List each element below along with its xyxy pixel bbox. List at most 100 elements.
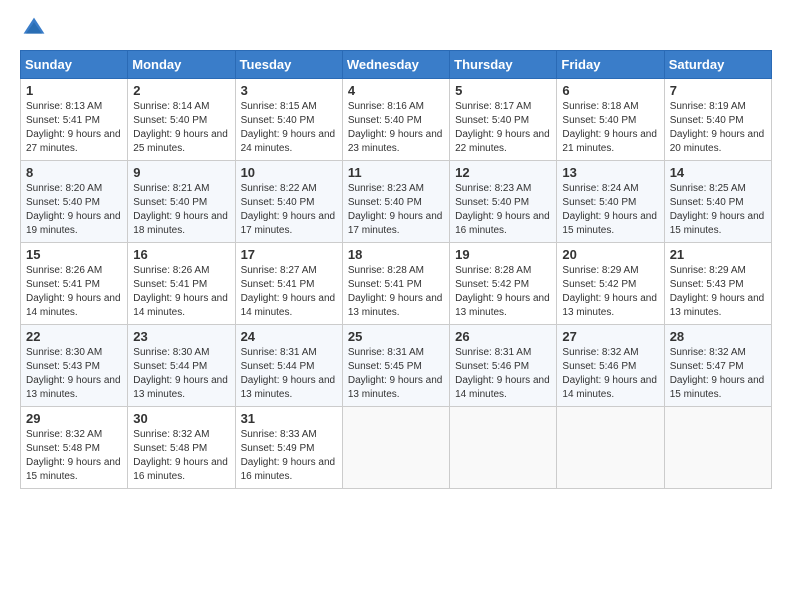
day-number: 7 (670, 83, 766, 98)
day-number: 23 (133, 329, 229, 344)
day-info: Sunrise: 8:18 AM Sunset: 5:40 PM Dayligh… (562, 100, 658, 156)
calendar: SundayMondayTuesdayWednesdayThursdayFrid… (20, 50, 772, 489)
day-number: 8 (26, 165, 122, 180)
day-number: 15 (26, 247, 122, 262)
day-number: 29 (26, 411, 122, 426)
day-info: Sunrise: 8:32 AM Sunset: 5:48 PM Dayligh… (26, 428, 122, 484)
day-number: 24 (241, 329, 337, 344)
day-info: Sunrise: 8:31 AM Sunset: 5:45 PM Dayligh… (348, 346, 444, 402)
day-number: 5 (455, 83, 551, 98)
calendar-day-cell: 2 Sunrise: 8:14 AM Sunset: 5:40 PM Dayli… (128, 79, 235, 161)
calendar-day-cell: 5 Sunrise: 8:17 AM Sunset: 5:40 PM Dayli… (450, 79, 557, 161)
calendar-day-cell: 28 Sunrise: 8:32 AM Sunset: 5:47 PM Dayl… (664, 325, 771, 407)
day-info: Sunrise: 8:33 AM Sunset: 5:49 PM Dayligh… (241, 428, 337, 484)
weekday-header: Thursday (450, 51, 557, 79)
calendar-day-cell: 26 Sunrise: 8:31 AM Sunset: 5:46 PM Dayl… (450, 325, 557, 407)
day-info: Sunrise: 8:13 AM Sunset: 5:41 PM Dayligh… (26, 100, 122, 156)
calendar-day-cell: 1 Sunrise: 8:13 AM Sunset: 5:41 PM Dayli… (21, 79, 128, 161)
day-number: 4 (348, 83, 444, 98)
calendar-day-cell: 27 Sunrise: 8:32 AM Sunset: 5:46 PM Dayl… (557, 325, 664, 407)
weekday-header: Wednesday (342, 51, 449, 79)
day-info: Sunrise: 8:28 AM Sunset: 5:42 PM Dayligh… (455, 264, 551, 320)
calendar-day-cell: 18 Sunrise: 8:28 AM Sunset: 5:41 PM Dayl… (342, 243, 449, 325)
day-number: 17 (241, 247, 337, 262)
day-info: Sunrise: 8:28 AM Sunset: 5:41 PM Dayligh… (348, 264, 444, 320)
day-info: Sunrise: 8:23 AM Sunset: 5:40 PM Dayligh… (348, 182, 444, 238)
day-info: Sunrise: 8:30 AM Sunset: 5:43 PM Dayligh… (26, 346, 122, 402)
day-info: Sunrise: 8:27 AM Sunset: 5:41 PM Dayligh… (241, 264, 337, 320)
calendar-day-cell: 14 Sunrise: 8:25 AM Sunset: 5:40 PM Dayl… (664, 161, 771, 243)
calendar-day-cell (342, 407, 449, 489)
calendar-day-cell: 6 Sunrise: 8:18 AM Sunset: 5:40 PM Dayli… (557, 79, 664, 161)
day-number: 13 (562, 165, 658, 180)
calendar-day-cell: 13 Sunrise: 8:24 AM Sunset: 5:40 PM Dayl… (557, 161, 664, 243)
day-number: 14 (670, 165, 766, 180)
day-info: Sunrise: 8:19 AM Sunset: 5:40 PM Dayligh… (670, 100, 766, 156)
day-number: 18 (348, 247, 444, 262)
day-info: Sunrise: 8:14 AM Sunset: 5:40 PM Dayligh… (133, 100, 229, 156)
calendar-day-cell: 30 Sunrise: 8:32 AM Sunset: 5:48 PM Dayl… (128, 407, 235, 489)
day-info: Sunrise: 8:26 AM Sunset: 5:41 PM Dayligh… (133, 264, 229, 320)
calendar-week-row: 15 Sunrise: 8:26 AM Sunset: 5:41 PM Dayl… (21, 243, 772, 325)
calendar-day-cell (450, 407, 557, 489)
calendar-day-cell: 8 Sunrise: 8:20 AM Sunset: 5:40 PM Dayli… (21, 161, 128, 243)
calendar-day-cell: 21 Sunrise: 8:29 AM Sunset: 5:43 PM Dayl… (664, 243, 771, 325)
calendar-day-cell: 31 Sunrise: 8:33 AM Sunset: 5:49 PM Dayl… (235, 407, 342, 489)
day-number: 11 (348, 165, 444, 180)
logo-icon (22, 16, 46, 40)
calendar-week-row: 22 Sunrise: 8:30 AM Sunset: 5:43 PM Dayl… (21, 325, 772, 407)
day-info: Sunrise: 8:29 AM Sunset: 5:43 PM Dayligh… (670, 264, 766, 320)
calendar-week-row: 8 Sunrise: 8:20 AM Sunset: 5:40 PM Dayli… (21, 161, 772, 243)
day-number: 6 (562, 83, 658, 98)
calendar-week-row: 29 Sunrise: 8:32 AM Sunset: 5:48 PM Dayl… (21, 407, 772, 489)
calendar-day-cell: 22 Sunrise: 8:30 AM Sunset: 5:43 PM Dayl… (21, 325, 128, 407)
day-info: Sunrise: 8:31 AM Sunset: 5:46 PM Dayligh… (455, 346, 551, 402)
calendar-day-cell: 19 Sunrise: 8:28 AM Sunset: 5:42 PM Dayl… (450, 243, 557, 325)
calendar-day-cell: 15 Sunrise: 8:26 AM Sunset: 5:41 PM Dayl… (21, 243, 128, 325)
calendar-day-cell: 23 Sunrise: 8:30 AM Sunset: 5:44 PM Dayl… (128, 325, 235, 407)
logo (20, 16, 46, 40)
calendar-day-cell (664, 407, 771, 489)
day-number: 19 (455, 247, 551, 262)
weekday-header: Sunday (21, 51, 128, 79)
day-number: 12 (455, 165, 551, 180)
day-info: Sunrise: 8:32 AM Sunset: 5:48 PM Dayligh… (133, 428, 229, 484)
day-info: Sunrise: 8:30 AM Sunset: 5:44 PM Dayligh… (133, 346, 229, 402)
calendar-day-cell: 17 Sunrise: 8:27 AM Sunset: 5:41 PM Dayl… (235, 243, 342, 325)
day-info: Sunrise: 8:31 AM Sunset: 5:44 PM Dayligh… (241, 346, 337, 402)
day-number: 22 (26, 329, 122, 344)
calendar-day-cell: 29 Sunrise: 8:32 AM Sunset: 5:48 PM Dayl… (21, 407, 128, 489)
calendar-day-cell: 7 Sunrise: 8:19 AM Sunset: 5:40 PM Dayli… (664, 79, 771, 161)
calendar-week-row: 1 Sunrise: 8:13 AM Sunset: 5:41 PM Dayli… (21, 79, 772, 161)
day-info: Sunrise: 8:15 AM Sunset: 5:40 PM Dayligh… (241, 100, 337, 156)
weekday-header: Saturday (664, 51, 771, 79)
day-number: 9 (133, 165, 229, 180)
day-info: Sunrise: 8:32 AM Sunset: 5:46 PM Dayligh… (562, 346, 658, 402)
day-number: 28 (670, 329, 766, 344)
day-number: 27 (562, 329, 658, 344)
calendar-day-cell: 4 Sunrise: 8:16 AM Sunset: 5:40 PM Dayli… (342, 79, 449, 161)
calendar-day-cell: 25 Sunrise: 8:31 AM Sunset: 5:45 PM Dayl… (342, 325, 449, 407)
day-info: Sunrise: 8:26 AM Sunset: 5:41 PM Dayligh… (26, 264, 122, 320)
calendar-day-cell: 24 Sunrise: 8:31 AM Sunset: 5:44 PM Dayl… (235, 325, 342, 407)
day-number: 2 (133, 83, 229, 98)
day-info: Sunrise: 8:17 AM Sunset: 5:40 PM Dayligh… (455, 100, 551, 156)
day-info: Sunrise: 8:22 AM Sunset: 5:40 PM Dayligh… (241, 182, 337, 238)
day-number: 1 (26, 83, 122, 98)
calendar-day-cell: 16 Sunrise: 8:26 AM Sunset: 5:41 PM Dayl… (128, 243, 235, 325)
day-info: Sunrise: 8:25 AM Sunset: 5:40 PM Dayligh… (670, 182, 766, 238)
day-number: 10 (241, 165, 337, 180)
calendar-day-cell: 20 Sunrise: 8:29 AM Sunset: 5:42 PM Dayl… (557, 243, 664, 325)
day-info: Sunrise: 8:29 AM Sunset: 5:42 PM Dayligh… (562, 264, 658, 320)
weekday-header: Tuesday (235, 51, 342, 79)
day-info: Sunrise: 8:23 AM Sunset: 5:40 PM Dayligh… (455, 182, 551, 238)
calendar-day-cell: 3 Sunrise: 8:15 AM Sunset: 5:40 PM Dayli… (235, 79, 342, 161)
calendar-header-row: SundayMondayTuesdayWednesdayThursdayFrid… (21, 51, 772, 79)
day-info: Sunrise: 8:20 AM Sunset: 5:40 PM Dayligh… (26, 182, 122, 238)
calendar-day-cell: 9 Sunrise: 8:21 AM Sunset: 5:40 PM Dayli… (128, 161, 235, 243)
calendar-day-cell: 11 Sunrise: 8:23 AM Sunset: 5:40 PM Dayl… (342, 161, 449, 243)
page: SundayMondayTuesdayWednesdayThursdayFrid… (0, 0, 792, 499)
day-number: 21 (670, 247, 766, 262)
calendar-day-cell (557, 407, 664, 489)
day-info: Sunrise: 8:24 AM Sunset: 5:40 PM Dayligh… (562, 182, 658, 238)
